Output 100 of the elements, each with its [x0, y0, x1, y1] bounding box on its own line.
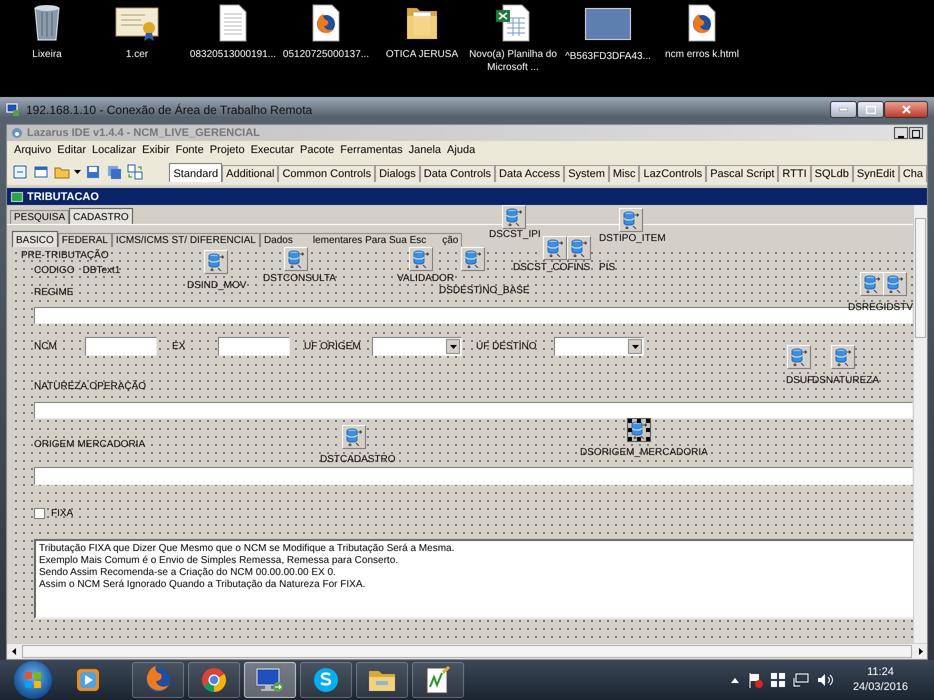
window-icon [34, 165, 48, 179]
taskbar-button[interactable] [412, 662, 464, 698]
chrome-icon [200, 666, 228, 694]
palette-tab[interactable]: Additional [222, 165, 278, 182]
start-button[interactable] [14, 661, 52, 699]
menu-item[interactable]: Executar [248, 144, 298, 156]
menu-item[interactable]: Exibir [139, 144, 173, 156]
windows-logo-icon [770, 673, 785, 687]
menu-item[interactable]: Fonte [172, 144, 207, 156]
input-field[interactable] [34, 402, 913, 419]
menu-item[interactable]: Ferramentas [337, 144, 406, 156]
flag-icon [746, 672, 763, 688]
left-arrow-icon [12, 648, 16, 655]
firefox-icon [144, 666, 172, 694]
desktop-icon-label[interactable]: Lixeira [32, 48, 62, 61]
desktop-icon-label[interactable]: ncm erros k.html [665, 48, 739, 61]
component-label: DSTCONSULTA [263, 273, 336, 285]
tab[interactable]: CADASTRO [69, 208, 133, 224]
desktop-icon-label[interactable]: Novo(a) Planilha do Microsoft ... [466, 48, 560, 74]
caret-up-icon [730, 678, 739, 682]
component-label: DSCST_COFINS [513, 262, 590, 274]
checkbox[interactable] [34, 508, 45, 519]
menu-item[interactable]: Editar [54, 144, 90, 156]
database-icon [547, 239, 563, 257]
field-label: CODIGO [34, 264, 75, 277]
palette-tab[interactable]: Cha [898, 165, 927, 182]
minimize-button[interactable] [830, 101, 857, 118]
memo-field[interactable] [34, 539, 913, 619]
dropdown[interactable] [554, 337, 644, 356]
input-field[interactable] [85, 337, 157, 356]
palette-tab[interactable]: LazControls [639, 165, 706, 182]
palette-tab[interactable]: Common Controls [278, 165, 376, 182]
palette-tab[interactable]: SQLdb [810, 165, 853, 182]
component-label: PIS [599, 262, 616, 274]
new-unit-button[interactable] [11, 163, 29, 181]
save-all-button[interactable] [105, 163, 123, 181]
trash-bin-icon [32, 4, 62, 42]
field-value: DBText1 [82, 264, 120, 277]
palette-tab[interactable]: Misc [608, 165, 640, 182]
tab[interactable]: PESQUISA [10, 210, 70, 224]
clock-time[interactable]: 11:24 [867, 665, 894, 680]
desktop-icon-label[interactable]: 1.cer [126, 48, 148, 61]
spreadsheet-icon [495, 4, 531, 42]
dropdown[interactable] [372, 337, 462, 356]
tab[interactable]: BASICO [12, 231, 58, 247]
component-label: DSREGIDSTV [848, 302, 914, 314]
palette-tab[interactable]: SynEdit [852, 165, 899, 182]
tab[interactable]: FEDERAL [58, 233, 112, 247]
desktop-icon-label[interactable]: OTICA JERUSA [386, 48, 458, 61]
memo-line: Sendo Assim Recomenda-se a Criação do NCM 00.00.00.00 EX 0. [39, 567, 337, 579]
database-icon [623, 211, 639, 229]
component-label: VALIDADOR [397, 273, 454, 285]
memo-line: Assim o NCM Será Ignorado Quando a Tributação da Natureza For FIXA. [39, 579, 366, 591]
toggle-form-unit-button[interactable] [126, 163, 144, 181]
desktop-icon-label[interactable]: ^B563FD3DFA43... [565, 50, 651, 63]
menu-item[interactable]: Ajuda [444, 144, 478, 156]
field-label: UF ORIGEM [303, 340, 362, 353]
input-field[interactable] [34, 467, 913, 485]
tab[interactable]: ICMS/ICMS ST/ DIFERENCIAL [112, 233, 260, 247]
palette-tab[interactable]: System [564, 165, 609, 182]
input-field[interactable] [218, 337, 290, 356]
scrollbar-thumb[interactable] [915, 218, 926, 338]
menu-item[interactable]: Projeto [206, 144, 248, 156]
component-label: DSORIGEM_MERCADORIA [580, 447, 708, 459]
form-icon [11, 192, 23, 202]
palette-tab[interactable]: Data Controls [420, 165, 496, 182]
desktop-icon-label[interactable]: 05120725000137... [282, 48, 370, 61]
palette-tab[interactable]: Standard [169, 163, 222, 182]
tab[interactable]: Dados lementares Para Sua Esc ção [260, 233, 462, 247]
monitor-icon [255, 666, 285, 694]
menu-item[interactable]: Pacote [297, 144, 338, 156]
checkbox-label: FIXA [51, 507, 74, 520]
menu-item[interactable]: Janela [406, 144, 444, 156]
palette-tab[interactable]: Pascal Script [706, 165, 778, 182]
database-icon [835, 348, 851, 366]
taskbar-button[interactable] [356, 662, 408, 698]
menu-item[interactable]: Arquivo [11, 144, 54, 156]
taskbar-button[interactable] [188, 662, 240, 698]
photo-placeholder [585, 8, 631, 40]
palette-tab[interactable]: Data Access [495, 165, 564, 182]
scrollbar-thumb[interactable] [22, 645, 912, 658]
palette-tab[interactable]: Dialogs [375, 165, 420, 182]
data-component[interactable] [627, 418, 651, 442]
palette-tab[interactable]: RTTI [778, 165, 811, 182]
maximize-button[interactable] [909, 127, 923, 139]
clock-date[interactable]: 24/03/2016 [852, 680, 908, 695]
menu-item[interactable]: Localizar [89, 144, 140, 156]
desktop-icon-label[interactable]: 08320513000191... [190, 48, 276, 61]
field-label: NCM [34, 340, 58, 353]
windows-logo-icon [24, 671, 42, 689]
component-label: DSTCADASTRO [320, 454, 396, 466]
database-icon [887, 275, 903, 293]
group-title: PRE-TRIBUTAÇÃO [21, 249, 109, 262]
field-label: NATUREZA OPERAÇÃO [34, 380, 146, 393]
maximize-button[interactable] [857, 101, 884, 118]
database-icon [791, 348, 807, 366]
minimize-button[interactable] [894, 127, 908, 139]
close-button[interactable] [884, 101, 928, 118]
save-button[interactable] [84, 163, 102, 181]
taskbar-button[interactable] [300, 662, 352, 698]
